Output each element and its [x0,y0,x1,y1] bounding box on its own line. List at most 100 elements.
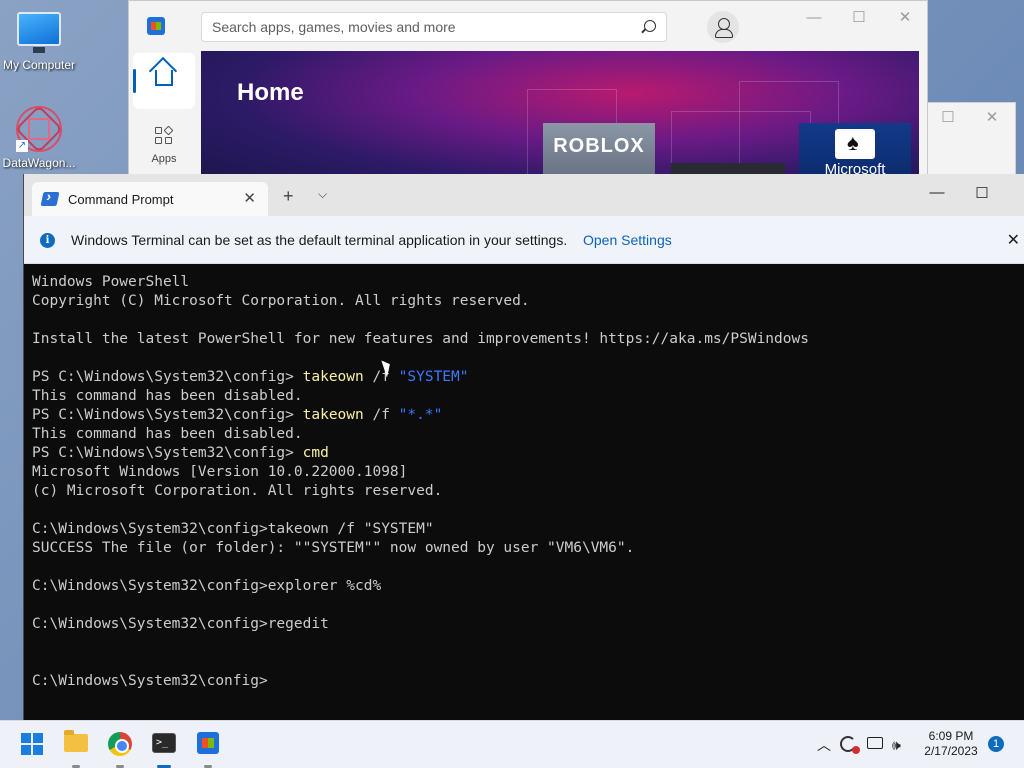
terminal-line: Copyright (C) Microsoft Corporation. All… [32,292,1022,311]
clock-date: 2/17/2023 [924,744,978,758]
taskbar-chrome[interactable] [105,729,135,768]
microsoft-store-window[interactable]: — ☐ ✕ Apps Home ROBLOX Microsoft [128,0,928,191]
terminal-text: Install the latest PowerShell for new fe… [32,331,809,347]
background-window[interactable]: ☐ ✕ [928,102,1016,182]
terminal-line: PS C:\Windows\System32\config> takeown /… [32,406,1022,425]
nav-home[interactable] [133,53,195,109]
terminal-text: SUCCESS The file (or folder): ""SYSTEM""… [32,540,635,556]
store-hero-banner: Home ROBLOX Microsoft [201,51,919,191]
terminal-text: takeown [302,407,364,423]
desktop-icon-label: DataWagon... [2,156,76,170]
clock[interactable]: 6:09 PM 2/17/2023 [916,729,986,759]
terminal-line: Windows PowerShell [32,273,1022,292]
desktop-icon-datawagon[interactable]: ↗ DataWagon... [0,104,78,170]
terminal-text: PS C:\Windows\System32\config> [32,369,303,385]
info-icon: i [40,233,55,248]
terminal-text: C:\Windows\System32\config>explorer %cd% [32,578,382,594]
account-avatar-icon[interactable] [707,11,739,43]
terminal-text: C:\Windows\System32\config>takeown /f "S… [32,521,434,537]
taskbar: >_ ︿ 🕪 6:09 PM 2/17/2023 1 [0,720,1024,768]
terminal-line: Microsoft Windows [Version 10.0.22000.10… [32,463,1022,482]
terminal-line: This command has been disabled. [32,425,1022,444]
search-icon[interactable] [644,20,656,32]
notification-badge[interactable]: 1 [988,736,1004,752]
terminal-icon: >_ [152,733,176,753]
monitor-icon [17,12,61,53]
chrome-icon [108,732,132,756]
home-icon [155,70,173,86]
terminal-text: PS C:\Windows\System32\config> [32,407,303,423]
page-title: Home [237,79,304,106]
terminal-text: PS C:\Windows\System32\config> [32,445,303,461]
terminal-line: C:\Windows\System32\config>takeown /f "S… [32,520,1022,539]
desktop-icon-my-computer[interactable]: My Computer [0,12,78,72]
terminal-text: C:\Windows\System32\config>regedit [32,616,329,632]
start-button[interactable] [17,729,47,759]
speaker-icon[interactable]: 🕪 [892,737,901,754]
store-search-box[interactable] [201,12,667,42]
terminal-line: This command has been disabled. [32,387,1022,406]
store-logo-icon [147,17,165,35]
sync-icon[interactable] [840,736,860,754]
minimize-button[interactable]: — [925,184,949,201]
powershell-icon [40,192,60,206]
taskbar-terminal[interactable]: >_ [149,729,179,768]
maximize-button[interactable]: ☐ [970,184,994,202]
tab-command-prompt[interactable]: Command Prompt ✕ [32,182,268,216]
terminal-line: PS C:\Windows\System32\config> cmd [32,444,1022,463]
nav-apps-label: Apps [151,153,177,165]
taskbar-microsoft-store[interactable] [193,729,223,768]
selected-indicator [133,69,136,93]
terminal-line: C:\Windows\System32\config> [32,672,1022,691]
maximize-button[interactable]: ☐ [936,109,960,127]
terminal-line: Install the latest PowerShell for new fe… [32,330,1022,349]
chevron-up-icon[interactable]: ︿ [817,735,831,755]
desktop-icon-label: My Computer [2,58,76,72]
terminal-line: SUCCESS The file (or folder): ""SYSTEM""… [32,539,1022,558]
terminal-line: PS C:\Windows\System32\config> takeown /… [32,368,1022,387]
terminal-window[interactable]: Command Prompt ✕ + ⌵ — ☐ i Windows Termi… [23,174,1024,720]
store-search-input[interactable] [202,13,622,41]
terminal-text: cmd [302,445,329,461]
terminal-text: "*.*" [398,407,443,423]
new-tab-button[interactable]: + [283,186,294,207]
close-button[interactable]: ✕ [980,109,1004,127]
minimize-button[interactable]: — [802,9,826,27]
terminal-text: (c) Microsoft Corporation. All rights re… [32,483,443,499]
info-bar: i Windows Terminal can be set as the def… [24,216,1024,264]
terminal-text: takeown [302,369,364,385]
shortcut-arrow-icon: ↗ [16,140,28,152]
maximize-button[interactable]: ☐ [847,9,871,27]
close-tab-icon[interactable]: ✕ [243,189,256,207]
taskbar-file-explorer[interactable] [61,729,91,768]
terminal-text: /f [363,369,399,385]
terminal-text: "SYSTEM" [398,369,469,385]
store-sidebar: Apps [133,53,197,173]
folder-icon [64,730,88,752]
chevron-down-icon[interactable]: ⌵ [318,187,327,202]
terminal-line: (c) Microsoft Corporation. All rights re… [32,482,1022,501]
windows-logo-icon [21,733,43,755]
terminal-text: C:\Windows\System32\config> [32,673,268,689]
open-settings-link[interactable]: Open Settings [583,232,672,248]
close-icon[interactable]: ✕ [1007,230,1020,250]
terminal-text: This command has been disabled. [32,426,303,442]
network-icon[interactable] [867,737,883,749]
terminal-text: Copyright (C) Microsoft Corporation. All… [32,293,530,309]
tab-bar: Command Prompt ✕ + ⌵ — ☐ [24,174,1024,216]
nav-apps[interactable]: Apps [133,117,195,173]
info-message: Windows Terminal can be set as the defau… [71,232,568,248]
terminal-text: This command has been disabled. [32,388,303,404]
store-icon [197,732,219,754]
tab-title: Command Prompt [68,192,174,207]
terminal-line: C:\Windows\System32\config>explorer %cd% [32,577,1022,596]
close-button[interactable]: ✕ [893,9,917,27]
terminal-output[interactable]: Windows PowerShell Copyright (C) Microsof… [32,264,1022,716]
terminal-text: Microsoft Windows [Version 10.0.22000.10… [32,464,408,480]
